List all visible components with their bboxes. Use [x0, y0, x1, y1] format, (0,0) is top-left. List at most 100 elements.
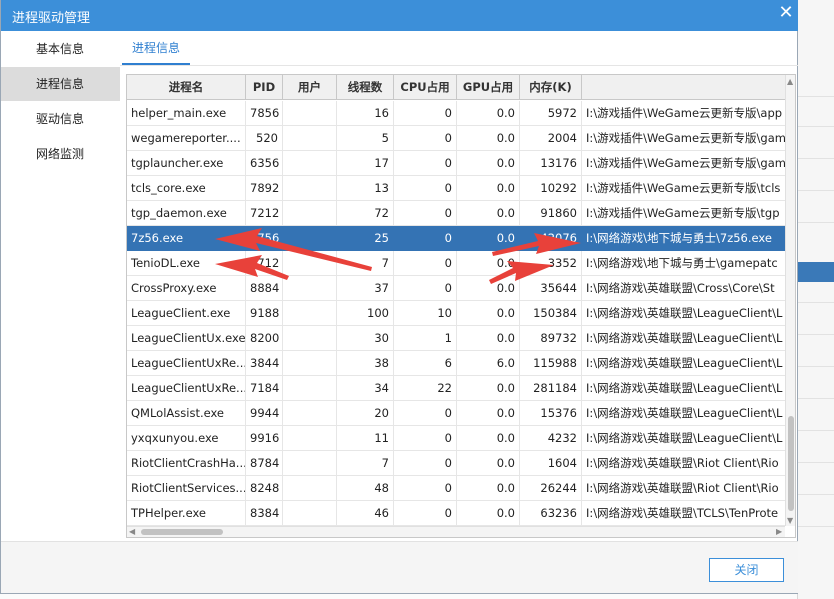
cell-pid: 8384 [246, 501, 283, 526]
cell-threads: 17 [337, 151, 394, 176]
cell-cpu: 6 [394, 351, 457, 376]
cell-path: I:\游戏插件\WeGame云更新专版\gam [586, 156, 785, 170]
close-icon[interactable]: ✕ [776, 3, 796, 23]
cell-gpu: 0.0 [457, 451, 520, 476]
cell-threads: 13 [337, 176, 394, 201]
sidebar-item-process-info[interactable]: 进程信息 [1, 67, 120, 101]
cell-cpu: 0 [394, 176, 457, 201]
cell-user [283, 326, 337, 351]
cell-process-name: TPHelper.exe [127, 501, 246, 526]
column-header-name[interactable]: 进程名 [127, 75, 246, 100]
cell-user [283, 176, 337, 201]
cell-gpu: 0.0 [457, 326, 520, 351]
cell-threads: 100 [337, 301, 394, 326]
cell-threads: 11 [337, 426, 394, 451]
table-row[interactable]: QMLolAssist.exe 9944 20 0 0.0 15376 I:\网络游戏\英雄… [127, 401, 785, 426]
sidebar: 基本信息 进程信息 驱动信息 网络监测 [1, 31, 120, 541]
cell-memory: 26244 [520, 476, 582, 501]
horizontal-scroll-thumb[interactable] [141, 529, 223, 535]
cell-memory: 4232 [520, 426, 582, 451]
cell-memory: 150384 [520, 301, 582, 326]
cell-threads: 5 [337, 126, 394, 151]
cell-process-name: yxqxunyou.exe [127, 426, 246, 451]
cell-memory: 281184 [520, 376, 582, 401]
table-row[interactable]: yxqxunyou.exe 9916 11 0 0.0 4232 I:\网络游戏\英雄联盟\… [127, 426, 785, 451]
table-row[interactable]: LeagueClientUxRe... 3844 38 6 6.0 115988 I:\网络… [127, 351, 785, 376]
table-row[interactable]: RiotClientCrashHa... 8784 7 0 0.0 1604 I:\网络游戏… [127, 451, 785, 476]
cell-pid: 9188 [246, 301, 283, 326]
cell-cpu: 0 [394, 101, 457, 126]
sidebar-item-basic-info[interactable]: 基本信息 [1, 32, 120, 66]
table-row[interactable]: TenioDL.exe 2712 7 0 0.0 3352 I:\网络游戏\地下城与勇士\g… [127, 251, 785, 276]
table-row[interactable]: tcls_core.exe 7892 13 0 0.0 10292 I:\游戏插件\WeGa… [127, 176, 785, 201]
scroll-right-icon[interactable]: ▶ [776, 527, 782, 536]
close-button[interactable]: 关闭 [709, 558, 784, 582]
cell-path: I:\网络游戏\英雄联盟\Riot Client\Rio [586, 456, 779, 470]
table-row[interactable]: tgp_daemon.exe 7212 72 0 0.0 91860 I:\游戏插件\WeG… [127, 201, 785, 226]
cell-gpu: 0.0 [457, 276, 520, 301]
cell-user [283, 301, 337, 326]
cell-gpu: 0.0 [457, 376, 520, 401]
table-row[interactable]: helper_main.exe 7856 16 0 0.0 5972 I:\游戏插件\WeG… [127, 101, 785, 126]
cell-cpu: 0 [394, 501, 457, 526]
table-row[interactable]: LeagueClientUx.exe 8200 30 1 0.0 89732 I:\网络游戏… [127, 326, 785, 351]
table-row[interactable]: LeagueClient.exe 9188 100 10 0.0 150384 I:\网络游… [127, 301, 785, 326]
column-header-threads[interactable]: 线程数 [337, 75, 394, 100]
table-row[interactable]: TPHelper.exe 8384 46 0 0.0 63236 I:\网络游戏\英雄联盟\… [127, 501, 785, 526]
vertical-scrollbar[interactable]: ▲ ▼ [785, 75, 795, 526]
cell-process-name: 7z56.exe [127, 226, 246, 251]
cell-threads: 37 [337, 276, 394, 301]
tab-process-info[interactable]: 进程信息 [122, 31, 191, 65]
column-header-cpu[interactable]: CPU占用 [394, 75, 457, 100]
table-row[interactable]: RiotClientServices.... 8248 48 0 0.0 26244 I:\… [127, 476, 785, 501]
cell-pid: 8884 [246, 276, 283, 301]
cell-memory: 42076 [520, 226, 582, 251]
cell-path: I:\网络游戏\英雄联盟\LeagueClient\L [586, 431, 783, 445]
cell-user [283, 501, 337, 526]
cell-user [283, 476, 337, 501]
cell-pid: 2712 [246, 251, 283, 276]
table-row[interactable]: CrossProxy.exe 8884 37 0 0.0 35644 I:\网络游戏\英雄联… [127, 276, 785, 301]
cell-process-name: RiotClientServices.... [127, 476, 246, 501]
table-row[interactable]: 7z56.exe 1756 25 0 0.0 42076 I:\网络游戏\地下城与勇士\7z… [127, 226, 785, 251]
cell-path: I:\网络游戏\英雄联盟\Riot Client\Rio [586, 481, 779, 495]
sidebar-item-network-monitor[interactable]: 网络监测 [1, 137, 120, 171]
cell-memory: 10292 [520, 176, 582, 201]
cell-cpu: 0 [394, 251, 457, 276]
cell-process-name: LeagueClientUxRe... [127, 351, 246, 376]
cell-memory: 5972 [520, 101, 582, 126]
cell-threads: 16 [337, 101, 394, 126]
cell-gpu: 0.0 [457, 151, 520, 176]
cell-pid: 9944 [246, 401, 283, 426]
cell-process-name: CrossProxy.exe [127, 276, 246, 301]
sidebar-item-label: 驱动信息 [36, 112, 85, 126]
column-header-memory[interactable]: 内存(K) [520, 75, 582, 100]
column-header-pid[interactable]: PID [246, 75, 283, 100]
column-header-path[interactable] [582, 75, 785, 100]
cell-memory: 91860 [520, 201, 582, 226]
scroll-down-icon[interactable]: ▼ [787, 516, 793, 525]
table-row[interactable]: tgplauncher.exe 6356 17 0 0.0 13176 I:\游戏插件\We… [127, 151, 785, 176]
cell-pid: 3844 [246, 351, 283, 376]
table-row[interactable]: wegamereporter.... 520 5 0 0.0 2004 I:\游戏插件\We… [127, 126, 785, 151]
table-header: 进程名 PID 用户 线程数 CPU占用 GPU占用 内存(K) [127, 75, 785, 100]
cell-path: I:\网络游戏\英雄联盟\Cross\Core\St [586, 281, 775, 295]
sidebar-item-driver-info[interactable]: 驱动信息 [1, 102, 120, 136]
title-bar[interactable]: 进程驱动管理 ✕ [1, 0, 798, 31]
cell-process-name: LeagueClient.exe [127, 301, 246, 326]
cell-threads: 30 [337, 326, 394, 351]
scroll-left-icon[interactable]: ◀ [129, 527, 135, 536]
horizontal-scrollbar[interactable]: ◀ ▶ [127, 526, 785, 537]
scroll-up-icon[interactable]: ▲ [787, 77, 793, 86]
cell-threads: 34 [337, 376, 394, 401]
column-header-gpu[interactable]: GPU占用 [457, 75, 520, 100]
cell-user [283, 401, 337, 426]
vertical-scroll-thumb[interactable] [788, 416, 794, 511]
cell-user [283, 151, 337, 176]
background-selected-row [798, 262, 834, 282]
cell-gpu: 0.0 [457, 101, 520, 126]
cell-user [283, 251, 337, 276]
column-header-user[interactable]: 用户 [283, 75, 337, 100]
table-row[interactable]: LeagueClientUxRe... 7184 34 22 0.0 281184 I:\网… [127, 376, 785, 401]
cell-memory: 1604 [520, 451, 582, 476]
